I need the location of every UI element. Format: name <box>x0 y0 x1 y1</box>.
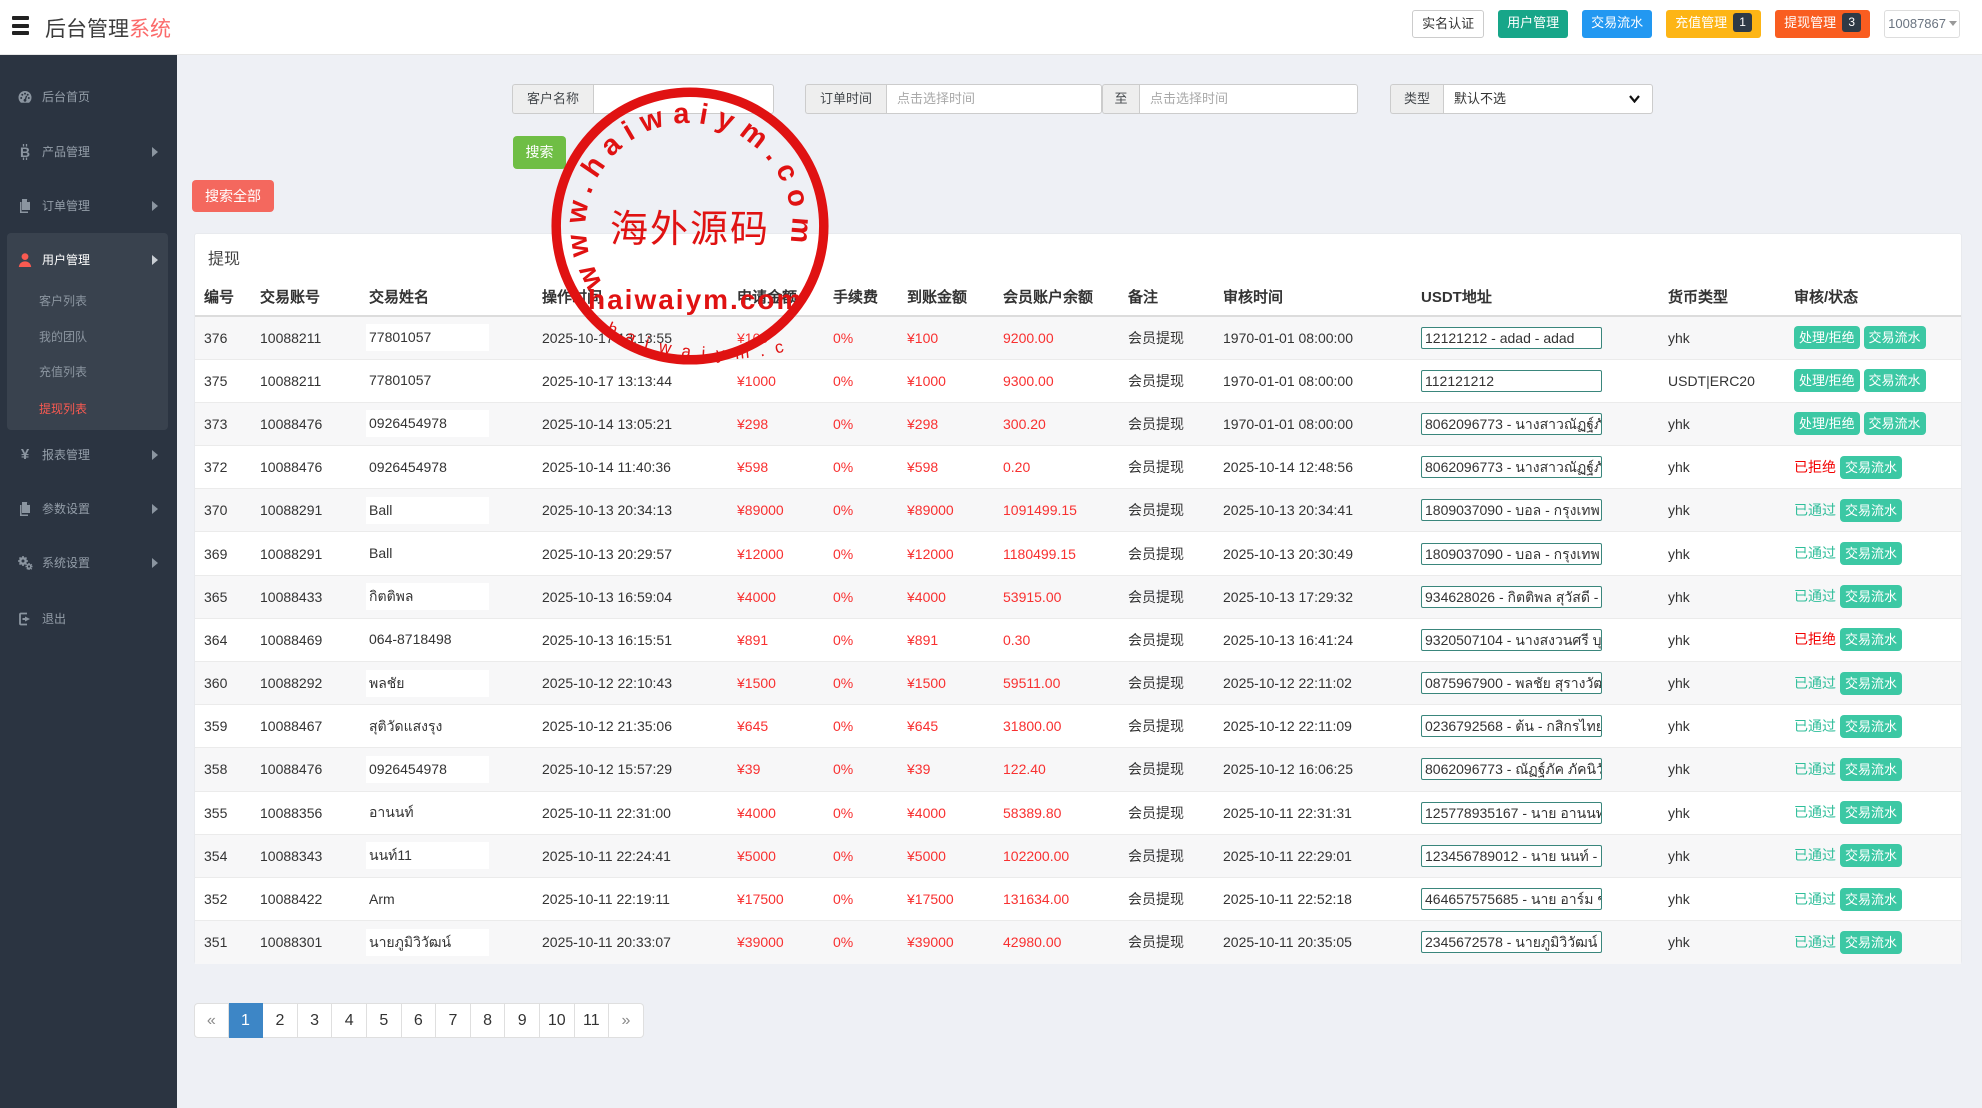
svg-text:B: B <box>20 144 30 160</box>
